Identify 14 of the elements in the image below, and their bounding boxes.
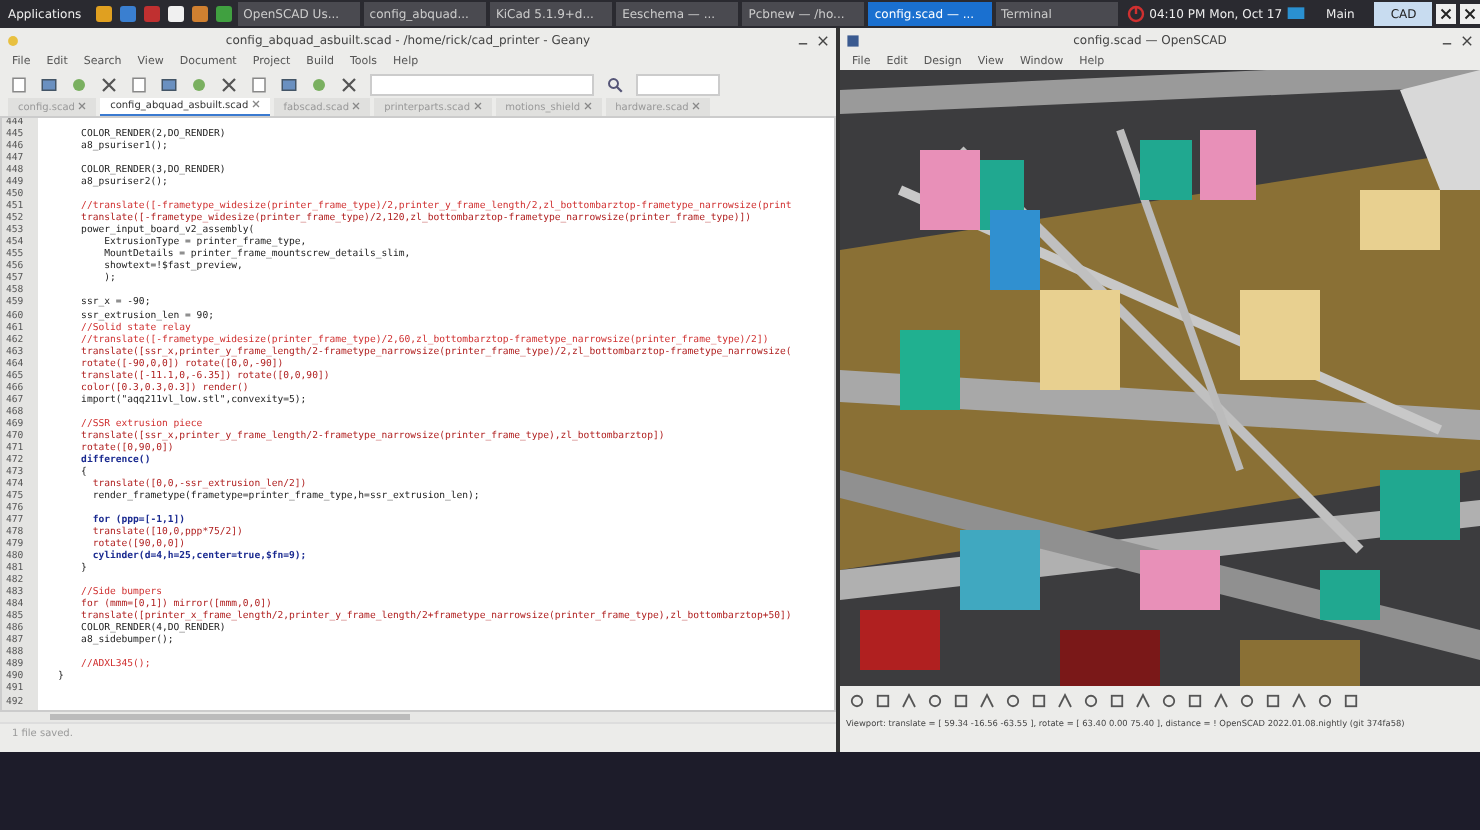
goto-line-field[interactable] [636, 73, 720, 95]
app-icon [846, 33, 860, 47]
horizontal-scrollbar[interactable] [0, 712, 836, 722]
close-button[interactable] [1436, 4, 1457, 24]
search-field[interactable] [370, 73, 594, 95]
app-launcher-icon[interactable] [165, 4, 186, 24]
close-button[interactable] [1460, 4, 1480, 24]
app-launcher-icon[interactable] [93, 4, 114, 24]
monitor-icon[interactable] [1286, 4, 1307, 24]
lamp-icon [6, 33, 20, 47]
search-icon[interactable] [606, 75, 624, 93]
power-icon[interactable] [1125, 4, 1146, 24]
new-icon[interactable] [10, 75, 28, 93]
code-editor[interactable] [0, 116, 836, 712]
